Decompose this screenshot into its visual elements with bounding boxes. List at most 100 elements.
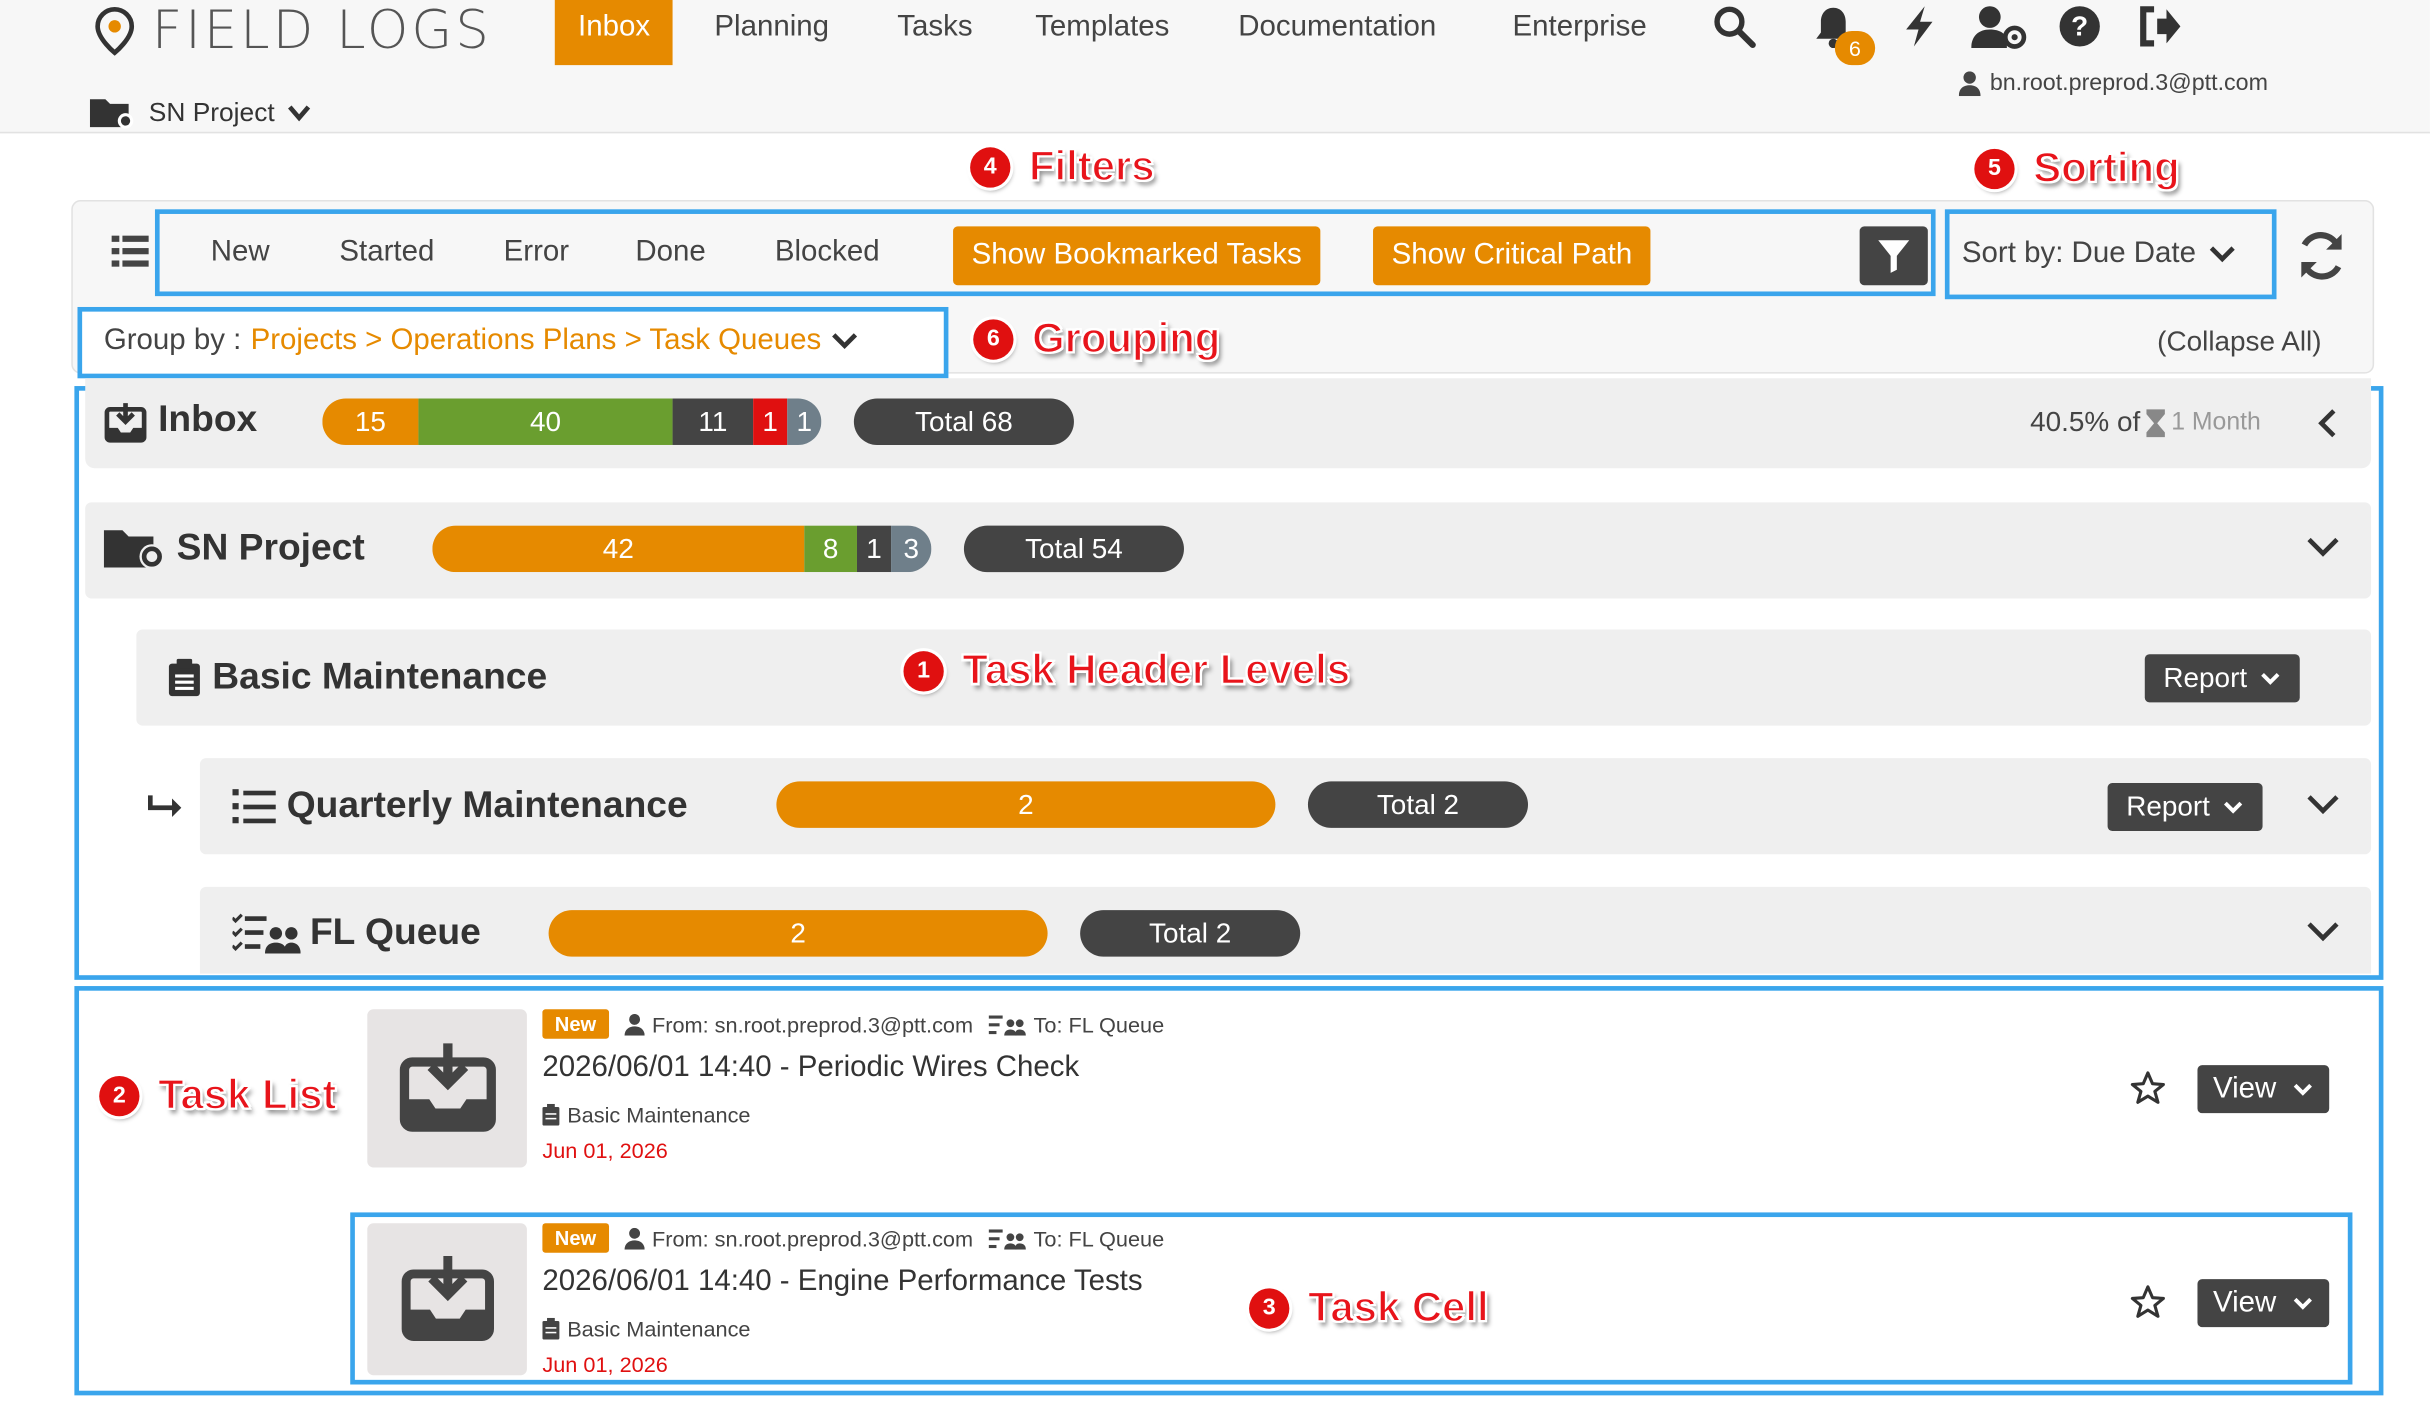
project-header-row[interactable] xyxy=(85,502,2372,599)
project-selector[interactable]: SN Project xyxy=(89,96,312,130)
logout-icon[interactable] xyxy=(2135,3,2181,50)
task-title[interactable]: 2026/06/01 14:40 - Periodic Wires Check xyxy=(542,1051,1079,1085)
task-thumbnail[interactable] xyxy=(367,1009,527,1168)
list-icon xyxy=(232,789,276,824)
nav-documentation[interactable]: Documentation xyxy=(1215,0,1460,65)
sort-dropdown[interactable]: Sort by: Due Date xyxy=(1962,237,2236,271)
filter-started[interactable]: Started xyxy=(339,236,434,270)
annotation-label: Task List xyxy=(157,1071,337,1119)
chevron-down-icon[interactable] xyxy=(2306,536,2340,558)
annotation-number: 1 xyxy=(903,650,944,691)
task-due-date: Jun 01, 2026 xyxy=(542,1137,668,1163)
task-from: From: sn.root.preprod.3@ptt.com xyxy=(624,1226,973,1250)
bar-started: 40 xyxy=(418,398,673,445)
annotation-task-cell: 3 Task Cell xyxy=(1249,1283,1489,1332)
task-thumbnail[interactable] xyxy=(367,1223,527,1376)
nav-enterprise[interactable]: Enterprise xyxy=(1489,0,1670,65)
level-arrow-icon xyxy=(147,795,182,818)
show-bookmarked-button[interactable]: Show Bookmarked Tasks xyxy=(953,226,1321,286)
lightning-icon[interactable] xyxy=(1897,3,1943,50)
filter-button[interactable] xyxy=(1859,226,1928,286)
chevron-down-icon xyxy=(2224,800,2243,813)
user-settings-icon[interactable] xyxy=(1971,3,2027,50)
project-total-badge: Total 54 xyxy=(963,525,1184,573)
bar-error: 1 xyxy=(753,398,788,445)
chevron-down-icon xyxy=(2261,672,2280,685)
queue-total-badge: Total 2 xyxy=(1307,781,1529,828)
task-plan-text: Basic Maintenance xyxy=(567,1316,751,1342)
nav-templates[interactable]: Templates xyxy=(1012,0,1193,65)
task-to-text: To: FL Queue xyxy=(1033,1011,1165,1037)
show-critical-path-button[interactable]: Show Critical Path xyxy=(1373,226,1651,286)
bar-started: 8 xyxy=(804,525,857,573)
search-icon[interactable] xyxy=(1711,3,1757,50)
chevron-down-icon[interactable] xyxy=(2306,794,2340,816)
chevron-down-icon xyxy=(2209,246,2235,263)
annotation-filters: 4 Filters xyxy=(970,142,1155,191)
list-view-icon[interactable] xyxy=(111,234,149,268)
task-due-date: Jun 01, 2026 xyxy=(542,1351,668,1377)
chevron-down-icon[interactable] xyxy=(2306,921,2340,943)
refresh-icon[interactable] xyxy=(2294,228,2350,284)
bookmark-star-icon[interactable] xyxy=(2129,1284,2166,1320)
nav-planning[interactable]: Planning xyxy=(691,0,852,65)
current-user[interactable]: bn.root.preprod.3@ptt.com xyxy=(1958,69,2268,97)
plan-report-button[interactable]: Report xyxy=(2144,654,2300,703)
annotation-label: Grouping xyxy=(1031,314,1221,362)
task-from-text: From: sn.root.preprod.3@ptt.com xyxy=(652,1011,974,1037)
group-by-path: Projects > Operations Plans > Task Queue… xyxy=(250,324,822,357)
group-by-prefix: Group by : xyxy=(103,324,242,357)
filter-done[interactable]: Done xyxy=(635,236,705,270)
task-view-button[interactable]: View xyxy=(2197,1279,2329,1328)
svg-text:?: ? xyxy=(2071,11,2088,42)
chevron-down-icon xyxy=(2293,1083,2312,1095)
nav-tasks[interactable]: Tasks xyxy=(874,0,996,65)
annotation-number: 2 xyxy=(99,1075,140,1116)
inbox-total-badge: Total 68 xyxy=(853,398,1074,445)
filter-error[interactable]: Error xyxy=(504,236,569,270)
app-logo[interactable]: FIELD LOGS xyxy=(93,0,492,62)
task-queue-icon xyxy=(232,913,301,954)
location-pin-icon xyxy=(95,6,135,56)
nav-inbox[interactable]: Inbox xyxy=(554,0,674,66)
view-label: View xyxy=(2212,1072,2277,1106)
task-queue-status-bar: 2 xyxy=(548,910,1048,957)
chevron-left-icon[interactable] xyxy=(2317,408,2339,439)
report-label: Report xyxy=(2163,662,2248,694)
bar-new: 42 xyxy=(432,525,805,573)
queue-label: Quarterly Maintenance xyxy=(286,784,688,827)
group-by-selector[interactable]: Group by : Projects > Operations Plans >… xyxy=(104,324,859,358)
inbox-percent: 40.5% of xyxy=(2030,406,2141,438)
help-icon[interactable]: ? xyxy=(2056,3,2102,50)
project-name: SN Project xyxy=(148,97,275,128)
inbox-label: Inbox xyxy=(158,398,258,441)
queue-report-button[interactable]: Report xyxy=(2107,782,2263,832)
chevron-down-icon xyxy=(2293,1297,2312,1309)
inbox-period: 1 Month xyxy=(2171,408,2261,435)
task-to-text: To: FL Queue xyxy=(1033,1225,1165,1251)
user-icon xyxy=(624,1227,645,1249)
inbox-icon xyxy=(401,1256,494,1341)
project-folder-icon xyxy=(89,99,134,129)
filter-new[interactable]: New xyxy=(211,236,270,270)
task-to: To: FL Queue xyxy=(988,1011,1165,1037)
user-email: bn.root.preprod.3@ptt.com xyxy=(1989,69,2268,97)
inbox-icon xyxy=(104,403,147,443)
project-label: SN Project xyxy=(176,527,365,569)
annotation-label: Task Cell xyxy=(1307,1283,1489,1331)
hourglass-icon xyxy=(2146,408,2166,437)
task-queue-icon xyxy=(988,1228,1026,1249)
annotation-task-list: 2 Task List xyxy=(99,1071,337,1119)
annotation-task-header-levels: 1 Task Header Levels xyxy=(903,646,1351,695)
task-view-button[interactable]: View xyxy=(2197,1065,2329,1114)
annotation-number: 5 xyxy=(1974,148,2015,189)
bookmark-star-icon[interactable] xyxy=(2129,1070,2166,1106)
project-status-bar: 42 8 1 3 xyxy=(432,525,932,573)
collapse-all-link[interactable]: (Collapse All) xyxy=(2157,326,2321,359)
plan-label: Basic Maintenance xyxy=(212,655,548,698)
filter-blocked[interactable]: Blocked xyxy=(775,236,880,270)
bar-done: 1 xyxy=(856,525,892,573)
task-title[interactable]: 2026/06/01 14:40 - Engine Performance Te… xyxy=(542,1265,1142,1299)
annotation-sorting: 5 Sorting xyxy=(1974,143,2180,192)
project-folder-icon xyxy=(103,530,165,569)
